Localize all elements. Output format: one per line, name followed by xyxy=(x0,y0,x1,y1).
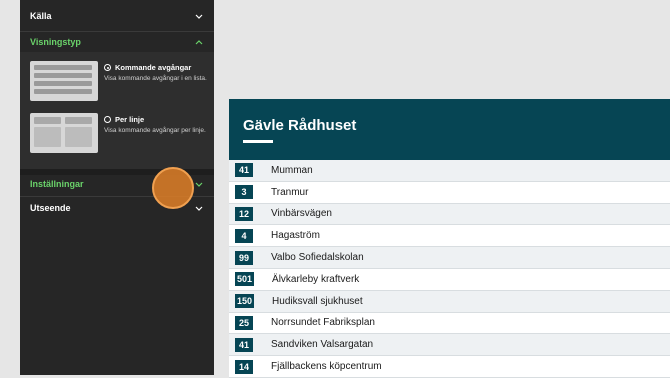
option-description: Visa kommande avgångar i en lista. xyxy=(104,75,207,82)
line-number-badge: 501 xyxy=(235,272,255,287)
line-number-badge: 99 xyxy=(235,250,253,265)
grid-layout-thumbnail xyxy=(30,113,98,153)
section-source[interactable]: Källa xyxy=(20,4,214,28)
title-underline xyxy=(243,140,273,143)
departure-row: 501 Älvkarleby kraftverk xyxy=(229,268,670,291)
departure-row: 12 Vinbärsvägen xyxy=(229,203,670,226)
departure-row: 25 Norrsundet Fabriksplan xyxy=(229,312,670,335)
departure-row: 150 Hudiksvall sjukhuset xyxy=(229,290,670,313)
departure-row: 41 Mumman xyxy=(229,160,670,182)
board-header: Gävle Rådhuset xyxy=(229,99,670,160)
line-number-badge: 41 xyxy=(235,337,253,352)
departure-row: 99 Valbo Sofiedalskolan xyxy=(229,247,670,269)
section-source-label: Källa xyxy=(30,11,52,21)
section-appearance-label: Utseende xyxy=(30,203,71,213)
destination-label: Norrsundet Fabriksplan xyxy=(271,317,375,329)
option-title: Kommande avgångar xyxy=(115,63,192,72)
line-number-badge: 25 xyxy=(235,315,253,330)
destination-label: Älvkarleby kraftverk xyxy=(272,273,360,285)
destination-label: Valbo Sofiedalskolan xyxy=(271,252,364,264)
departure-list: 41 Mumman 3 Tranmur 12 Vinbärsvägen 4 Hagaström… xyxy=(229,160,670,378)
option-title: Per linje xyxy=(115,115,145,124)
departure-row: 4 Hagaström xyxy=(229,225,670,248)
radio-upcoming-departures[interactable] xyxy=(104,64,111,71)
stop-name: Gävle Rådhuset xyxy=(243,117,357,134)
destination-label: Vinbärsvägen xyxy=(271,208,332,220)
chevron-up-icon xyxy=(194,37,204,47)
line-number-badge: 4 xyxy=(235,228,253,243)
chevron-down-icon xyxy=(194,179,204,189)
line-number-badge: 14 xyxy=(235,359,253,374)
destination-label: Mumman xyxy=(271,164,313,176)
destination-label: Sandviken Valsargatan xyxy=(271,339,374,351)
section-settings-label: Inställningar xyxy=(30,179,84,189)
chevron-down-icon xyxy=(194,11,204,21)
destination-label: Tranmur xyxy=(271,186,309,198)
departure-board-preview: Gävle Rådhuset 41 Mumman 3 Tranmur 12 Vinbärs… xyxy=(229,99,670,378)
line-number-badge: 3 xyxy=(235,185,253,200)
section-display-type[interactable]: Visningstyp xyxy=(20,30,214,54)
destination-label: Hagaström xyxy=(271,230,320,242)
option-upcoming-departures[interactable]: Kommande avgångar Visa kommande avgångar… xyxy=(30,61,210,101)
departure-row: 3 Tranmur xyxy=(229,181,670,204)
line-number-badge: 150 xyxy=(235,294,255,309)
section-display-type-label: Visningstyp xyxy=(30,37,81,47)
settings-sidebar: Källa Visningstyp Kommande avgångar Visa… xyxy=(20,0,214,375)
destination-label: Hudiksvall sjukhuset xyxy=(272,295,363,307)
radio-per-line[interactable] xyxy=(104,116,111,123)
list-layout-thumbnail xyxy=(30,61,98,101)
click-indicator xyxy=(152,167,194,209)
line-number-badge: 41 xyxy=(235,163,253,178)
chevron-down-icon xyxy=(194,203,204,213)
destination-label: Fjällbackens köpcentrum xyxy=(271,361,382,373)
display-type-panel: Kommande avgångar Visa kommande avgångar… xyxy=(20,52,214,169)
option-description: Visa kommande avgångar per linje. xyxy=(104,127,206,134)
departure-row: 41 Sandviken Valsargatan xyxy=(229,334,670,357)
option-per-line[interactable]: Per linje Visa kommande avgångar per lin… xyxy=(30,113,210,153)
left-edge xyxy=(0,0,20,375)
line-number-badge: 12 xyxy=(235,206,253,221)
